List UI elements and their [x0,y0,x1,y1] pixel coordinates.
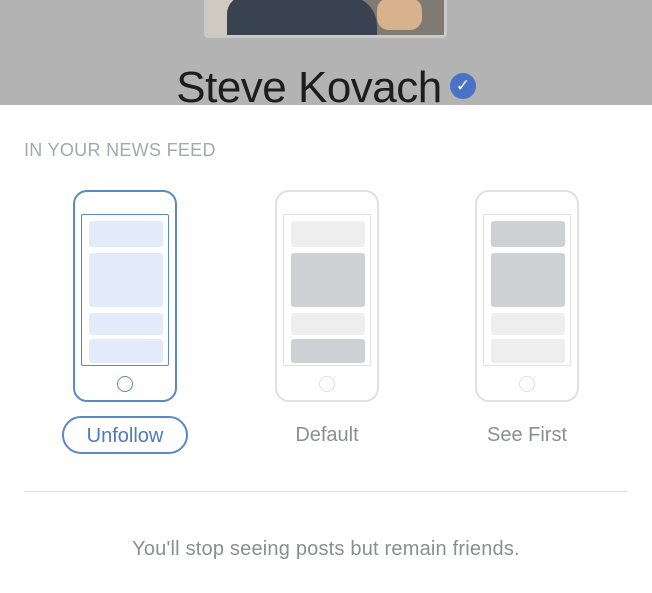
feed-block [491,221,565,247]
option-default[interactable]: Default [275,190,379,446]
feed-block [89,253,163,307]
profile-photo[interactable] [204,0,447,38]
phone-see-first-icon[interactable] [475,190,579,402]
feed-block [491,253,565,307]
home-button-icon [319,376,335,392]
divider [24,491,628,492]
feed-block [89,313,163,335]
phone-unfollow-icon[interactable] [73,190,177,402]
verified-badge-icon: ✓ [449,73,476,100]
home-button-icon [519,376,535,392]
profile-header: Steve Kovach ✓ [0,0,652,105]
feed-block [291,253,365,307]
feed-block [291,339,365,363]
option-unfollow[interactable]: Unfollow [62,190,188,454]
profile-name-text: Steve Kovach [176,63,442,105]
default-button[interactable]: Default [235,423,419,447]
home-button-icon [117,376,133,392]
option-see-first[interactable]: See First [475,190,579,446]
profile-name: Steve Kovach ✓ [0,62,652,105]
feed-block [291,221,365,247]
section-label: IN YOUR NEWS FEED [24,140,216,160]
phone-default-icon[interactable] [275,190,379,402]
feed-block [89,339,163,363]
phone-screen [81,214,169,366]
feed-block [491,313,565,335]
feed-block [491,339,565,363]
feed-block [291,313,365,335]
photo-detail [227,0,377,35]
photo-detail [377,0,422,30]
feed-block [89,221,163,247]
unfollow-button[interactable]: Unfollow [62,416,188,454]
option-description: You'll stop seeing posts but remain frie… [132,538,520,560]
see-first-button[interactable]: See First [435,423,619,447]
phone-screen [483,214,571,366]
phone-screen [283,214,371,366]
